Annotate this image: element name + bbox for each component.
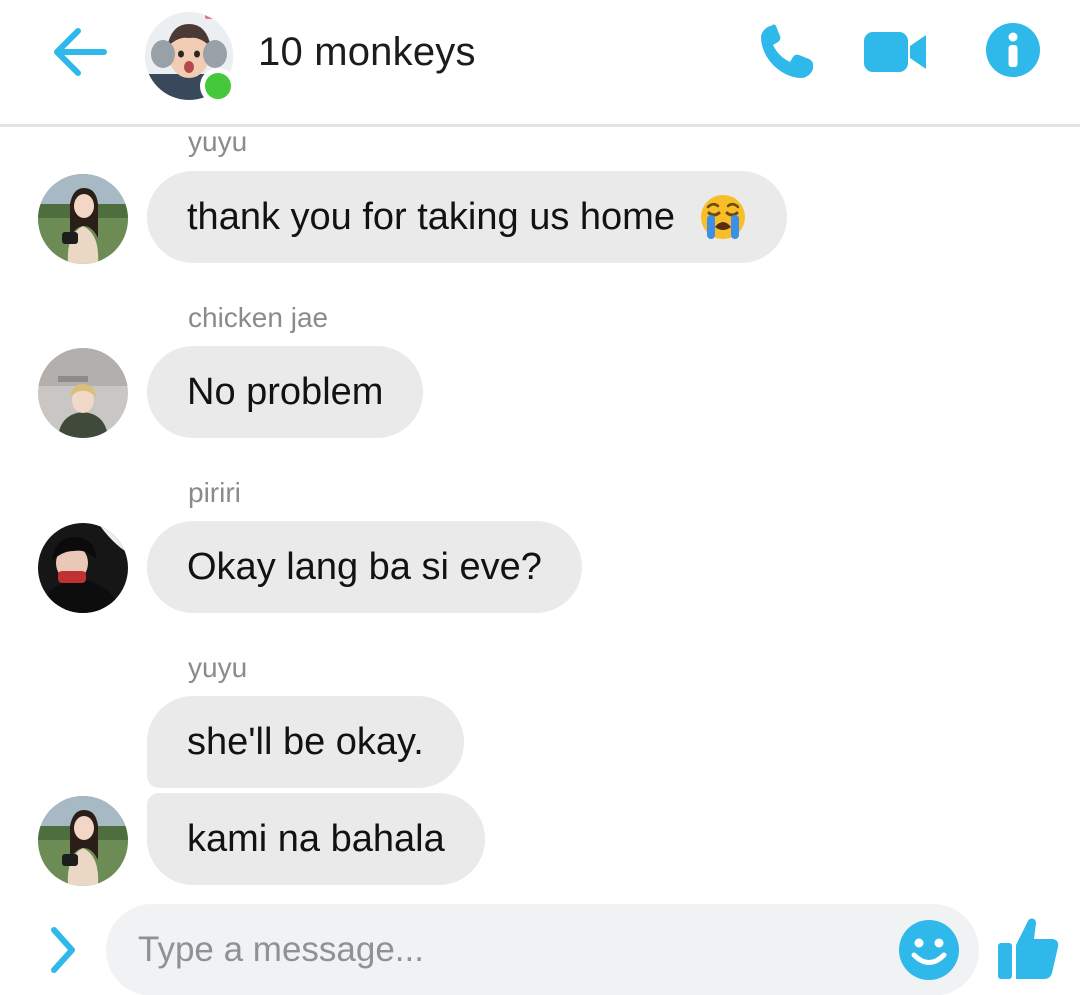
messenger-chat-screen: 10 monkeys yuyu thank you for taking us … (0, 0, 1080, 995)
message-bubble[interactable]: she'll be okay. (147, 696, 464, 788)
message-text: kami na bahala (187, 817, 445, 860)
message-text: she'll be okay. (187, 720, 424, 763)
message-sender-name: piriri (188, 477, 241, 508)
message-text: thank you for taking us home (187, 195, 675, 238)
thumbs-up-icon (998, 918, 1059, 979)
message-bubble[interactable]: Okay lang ba si eve? (147, 521, 582, 613)
back-arrow-icon (54, 28, 107, 76)
message-sender-name: yuyu (188, 126, 248, 157)
expand-actions-button[interactable] (42, 922, 82, 978)
message-input[interactable] (138, 904, 878, 995)
online-status-dot (200, 68, 236, 104)
group-avatar[interactable] (145, 12, 236, 104)
phone-icon (761, 24, 813, 78)
chat-header: 10 monkeys (0, 0, 1080, 127)
conversation-info-button[interactable] (985, 22, 1045, 82)
message-composer (106, 904, 979, 995)
sender-avatar-piriri[interactable] (38, 523, 128, 613)
emoji-button[interactable] (897, 918, 961, 982)
video-call-button[interactable] (862, 22, 926, 82)
info-icon (986, 23, 1040, 77)
voice-call-button[interactable] (757, 22, 817, 82)
smiley-icon (899, 920, 959, 980)
message-bubble[interactable]: kami na bahala (147, 793, 485, 885)
video-camera-icon (864, 32, 926, 72)
back-button[interactable] (50, 24, 110, 80)
sender-avatar-yuyu[interactable] (38, 174, 128, 264)
message-sender-name: chicken jae (188, 302, 329, 333)
message-bubble[interactable]: thank you for taking us home (147, 171, 787, 263)
chevron-right-icon (51, 927, 75, 973)
message-bubble[interactable]: No problem (147, 346, 424, 438)
like-button[interactable] (996, 915, 1060, 981)
chat-title[interactable]: 10 monkeys (258, 30, 476, 75)
message-sender-name: yuyu (188, 652, 248, 683)
message-text: No problem (187, 370, 384, 413)
message-text: Okay lang ba si eve? (187, 545, 542, 588)
sender-avatar-chicken-jae[interactable] (38, 348, 128, 438)
loudly-crying-face-icon (700, 195, 745, 239)
sender-avatar-yuyu[interactable] (38, 796, 128, 886)
